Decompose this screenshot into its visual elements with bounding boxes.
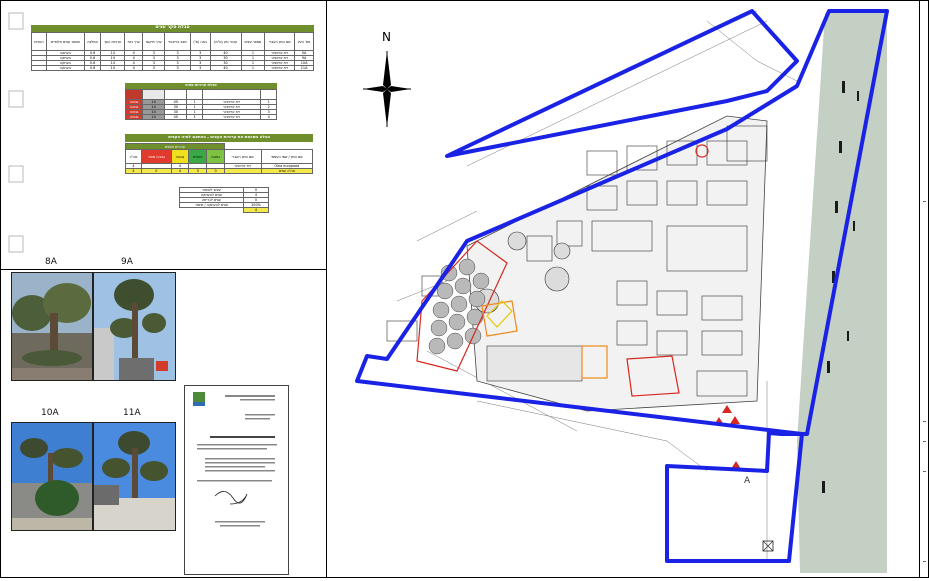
title-block — [919, 1, 929, 577]
table-cell: 0 — [140, 168, 172, 174]
photo-label-10a: 10A — [41, 408, 59, 418]
margin-stamps — [8, 12, 24, 253]
photo-11a — [93, 422, 176, 531]
col-header: מספר עצים — [240, 32, 266, 51]
col-header: סה"כ — [125, 149, 142, 164]
table-cell: 3 — [189, 65, 211, 71]
col-header: ערך מיקום — [142, 32, 166, 51]
col-header: מספר עצים חלופיים — [45, 32, 85, 51]
table-cell: 4 — [243, 207, 269, 213]
table-cell: 14 — [141, 114, 166, 120]
photo-8a — [11, 272, 93, 381]
photo-label-8a: 8A — [45, 257, 57, 267]
tree-markers — [714, 405, 741, 469]
table-cell: 40 — [164, 114, 188, 120]
table-cell: 4 — [125, 168, 142, 174]
table-cell: 14 — [100, 65, 126, 71]
totals-table: עצים לשימור 0 עצים להעתקה 4 עצים לכריתה 0 ע… — [179, 187, 269, 213]
drawing-sheet: טבלת סקר עצים הערות מספר עצים חלופיים המ… — [0, 0, 929, 578]
table-cell: 0 — [206, 168, 225, 174]
panel-divider — [1, 269, 326, 270]
photo-8a-image — [12, 273, 92, 380]
table-cell: 40 — [209, 65, 242, 71]
col-header: ערכיות העץ — [100, 32, 126, 51]
table-cell: 4 — [124, 65, 144, 71]
col-header: ערך נופי — [124, 32, 144, 51]
site-map: A N — [327, 1, 919, 577]
col-header: הערות — [31, 32, 47, 51]
col-header: גבוהה מאוד — [140, 149, 172, 164]
tank-field — [428, 258, 490, 355]
table-cell: 1 — [186, 114, 204, 120]
table-cell: סה"כ עצים — [260, 168, 314, 174]
tree-survey-table: הערות מספר עצים חלופיים המלצה ערכיות העץ… — [31, 32, 314, 71]
col-header: גובה (מ') — [189, 32, 211, 51]
photo-10a-image — [12, 423, 92, 530]
table-cell: 4 — [170, 168, 190, 174]
left-panel: טבלת סקר עצים הערות מספר עצים חלופיים המ… — [1, 1, 327, 577]
table-cell: 0 — [188, 168, 208, 174]
building-label-a: A — [744, 476, 751, 486]
col-header: קוטר גזע (ס"מ) — [209, 32, 242, 51]
photo-10a — [11, 422, 93, 531]
hatched-block — [486, 345, 583, 382]
photo-9a-image — [94, 273, 175, 380]
title-block-marks — [923, 201, 926, 562]
table-cell: העתקה — [45, 65, 85, 71]
col-header: שם המין העברי — [264, 32, 296, 51]
table-cell: 0.6 — [83, 65, 102, 71]
summary-table: ערכיות העצים סה"כ גבוהה מאוד גבוהה בינונ… — [125, 143, 314, 174]
table-cell: 4 — [260, 114, 277, 120]
tree-values-table: גבוהה 14 40 1 זית אירופאי 1 גבוהה 14 30 1 זית איר… — [125, 89, 277, 120]
col-header: שם המין / שמו העממי — [260, 149, 314, 164]
photo-9a — [93, 272, 176, 381]
col-header: שם המין העברי — [223, 149, 262, 164]
photo-label-11a: 11A — [123, 408, 141, 418]
table-cell: 3 — [142, 65, 166, 71]
letter-content — [193, 392, 277, 527]
table-cell: זית אירופאי — [202, 114, 262, 120]
summary-title: טבלה מסכמת את ערכיות העצים , בהתאם למיני… — [125, 134, 313, 142]
col-header: המלצה — [83, 32, 102, 51]
north-arrow-icon — [363, 51, 411, 127]
table-cell: 3 — [164, 65, 191, 71]
road-strip — [797, 13, 887, 573]
site-plan-drawing: A N — [355, 9, 889, 573]
col-header: מצב בריאותי — [164, 32, 191, 51]
photo-11a-image — [94, 423, 175, 530]
north-label: N — [382, 30, 391, 44]
col-header: נמוכה — [206, 149, 225, 164]
col-header: גבוהה — [170, 149, 190, 164]
col-header: בינונית — [188, 149, 208, 164]
table-cell: 11A — [294, 65, 314, 71]
letter-document — [184, 385, 289, 575]
table-cell: זית אירופאי — [264, 65, 296, 71]
table-cell: 1 — [240, 65, 266, 71]
col-header: מס' העץ — [294, 32, 314, 51]
photo-label-9a: 9A — [121, 257, 133, 267]
table-cell: גבוהה — [125, 114, 143, 120]
table-cell — [223, 168, 262, 174]
tree-survey-title: טבלת סקר עצים — [31, 25, 314, 32]
